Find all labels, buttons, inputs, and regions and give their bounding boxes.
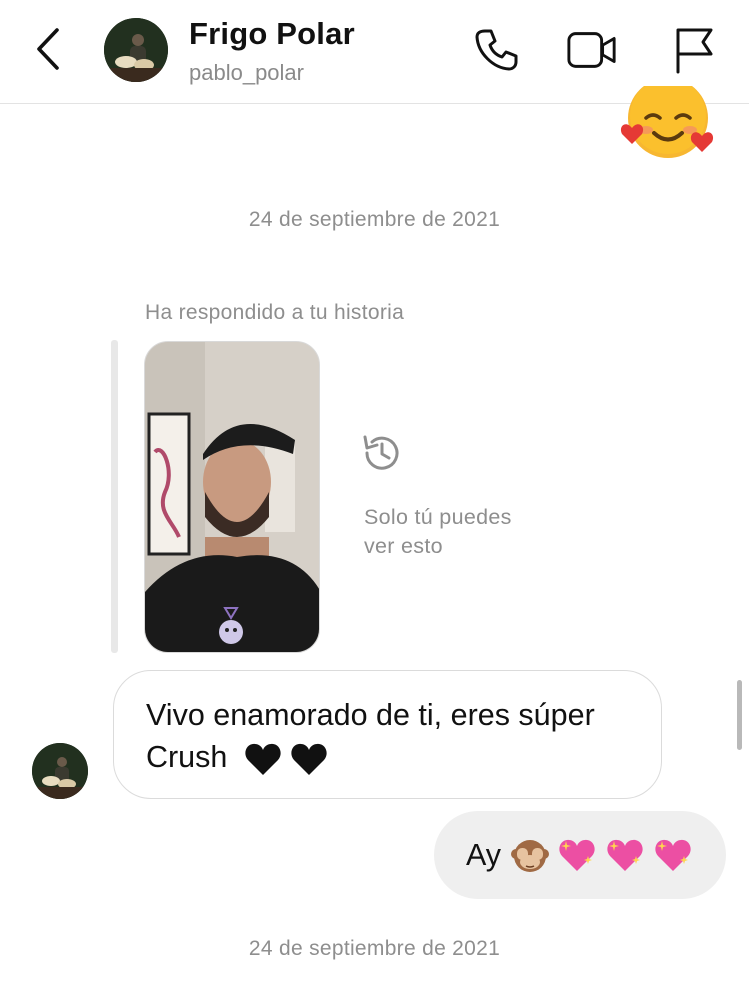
incoming-message-word: Crush: [146, 740, 228, 774]
incoming-message-line1: Vivo enamorado de ti, eres súper: [146, 698, 595, 732]
video-call-button[interactable]: [566, 24, 618, 76]
video-camera-icon: [567, 32, 616, 68]
outgoing-message-text: Ay: [466, 837, 502, 872]
scrollbar-thumb[interactable]: [737, 680, 742, 750]
private-story-notice-line1: Solo tú puedes: [364, 505, 512, 529]
call-button[interactable]: [470, 24, 522, 76]
story-preview-thumbnail[interactable]: [144, 341, 320, 653]
black-heart-emoji: [245, 743, 281, 775]
chat-username[interactable]: pablo_polar: [189, 60, 304, 86]
story-reply-label: Ha respondido a tu historia: [145, 301, 405, 324]
outgoing-message-bubble[interactable]: Ay: [434, 811, 726, 899]
chat-title[interactable]: Frigo Polar: [189, 16, 355, 52]
smiling-face-with-hearts-emoji: [616, 86, 720, 170]
history-clock-icon: [363, 435, 399, 470]
flag-icon: [676, 28, 713, 74]
sparkling-heart-emoji: [655, 839, 691, 871]
private-story-notice: Solo tú puedes ver esto: [364, 503, 512, 561]
sender-avatar[interactable]: [32, 743, 88, 799]
phone-icon: [475, 29, 518, 71]
see-no-evil-monkey-emoji: [511, 840, 550, 872]
report-button[interactable]: [668, 24, 720, 76]
private-story-notice-line2: ver esto: [364, 534, 443, 558]
incoming-message-line2: Crush: [146, 736, 629, 778]
chevron-left-icon: [37, 28, 59, 70]
sparkling-heart-emoji: [607, 839, 643, 871]
date-separator: 24 de septiembre de 2021: [248, 208, 501, 231]
reply-indicator-bar: [111, 340, 118, 653]
profile-avatar[interactable]: [104, 18, 168, 82]
sparkling-heart-emoji: [559, 839, 595, 871]
black-heart-emoji: [291, 743, 327, 775]
incoming-message-bubble[interactable]: Vivo enamorado de ti, eres súper Crush: [113, 670, 662, 799]
back-button[interactable]: [28, 24, 68, 74]
date-separator: 24 de septiembre de 2021: [248, 937, 501, 960]
